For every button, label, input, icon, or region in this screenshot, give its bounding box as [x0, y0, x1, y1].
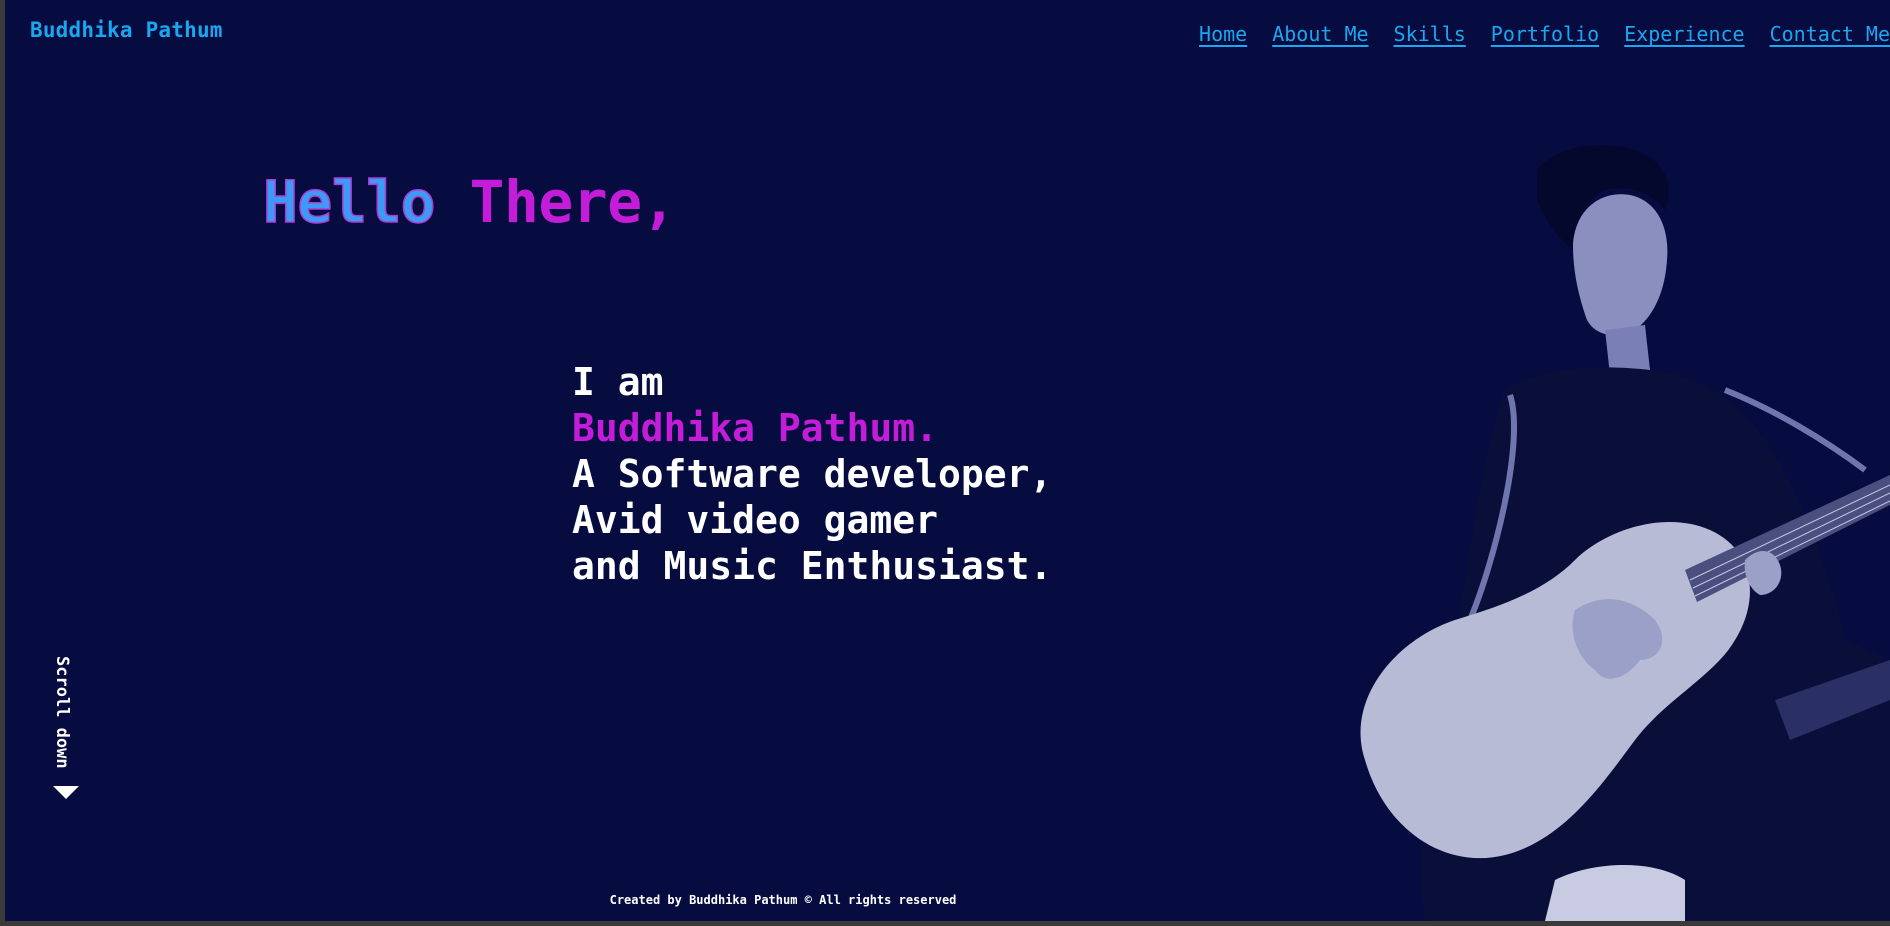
brand-logo[interactable]: Buddhika Pathum — [30, 18, 223, 42]
intro-line-1: I am — [572, 360, 664, 404]
portrait-photo — [1360, 145, 1890, 921]
greeting-hello: Hello — [262, 167, 436, 237]
page: Buddhika Pathum Home About Me Skills Por… — [5, 0, 1890, 921]
scroll-down-label: Scroll down — [52, 656, 72, 769]
nav-link-experience[interactable]: Experience — [1624, 22, 1744, 46]
main-nav: Home About Me Skills Portfolio Experienc… — [1199, 22, 1890, 46]
nav-link-about-me[interactable]: About Me — [1272, 22, 1368, 46]
intro-line-4: Avid video gamer — [572, 498, 939, 542]
nav-link-home[interactable]: Home — [1199, 22, 1247, 46]
scroll-down-indicator[interactable]: Scroll down — [45, 656, 85, 806]
intro-line-3: A Software developer, — [572, 452, 1053, 496]
nav-link-portfolio[interactable]: Portfolio — [1491, 22, 1599, 46]
hero-intro: I am Buddhika Pathum. A Software develop… — [572, 359, 1052, 589]
hero-greeting: Hello There, — [262, 167, 677, 237]
footer-credits: Created by Buddhika Pathum © All rights … — [609, 893, 957, 907]
triangle-down-icon — [53, 786, 79, 799]
intro-name: Buddhika Pathum. — [572, 406, 939, 450]
intro-line-5: and Music Enthusiast. — [572, 544, 1053, 588]
nav-link-skills[interactable]: Skills — [1394, 22, 1466, 46]
nav-link-contact-me[interactable]: Contact Me — [1770, 22, 1890, 46]
greeting-there: There, — [469, 168, 677, 236]
